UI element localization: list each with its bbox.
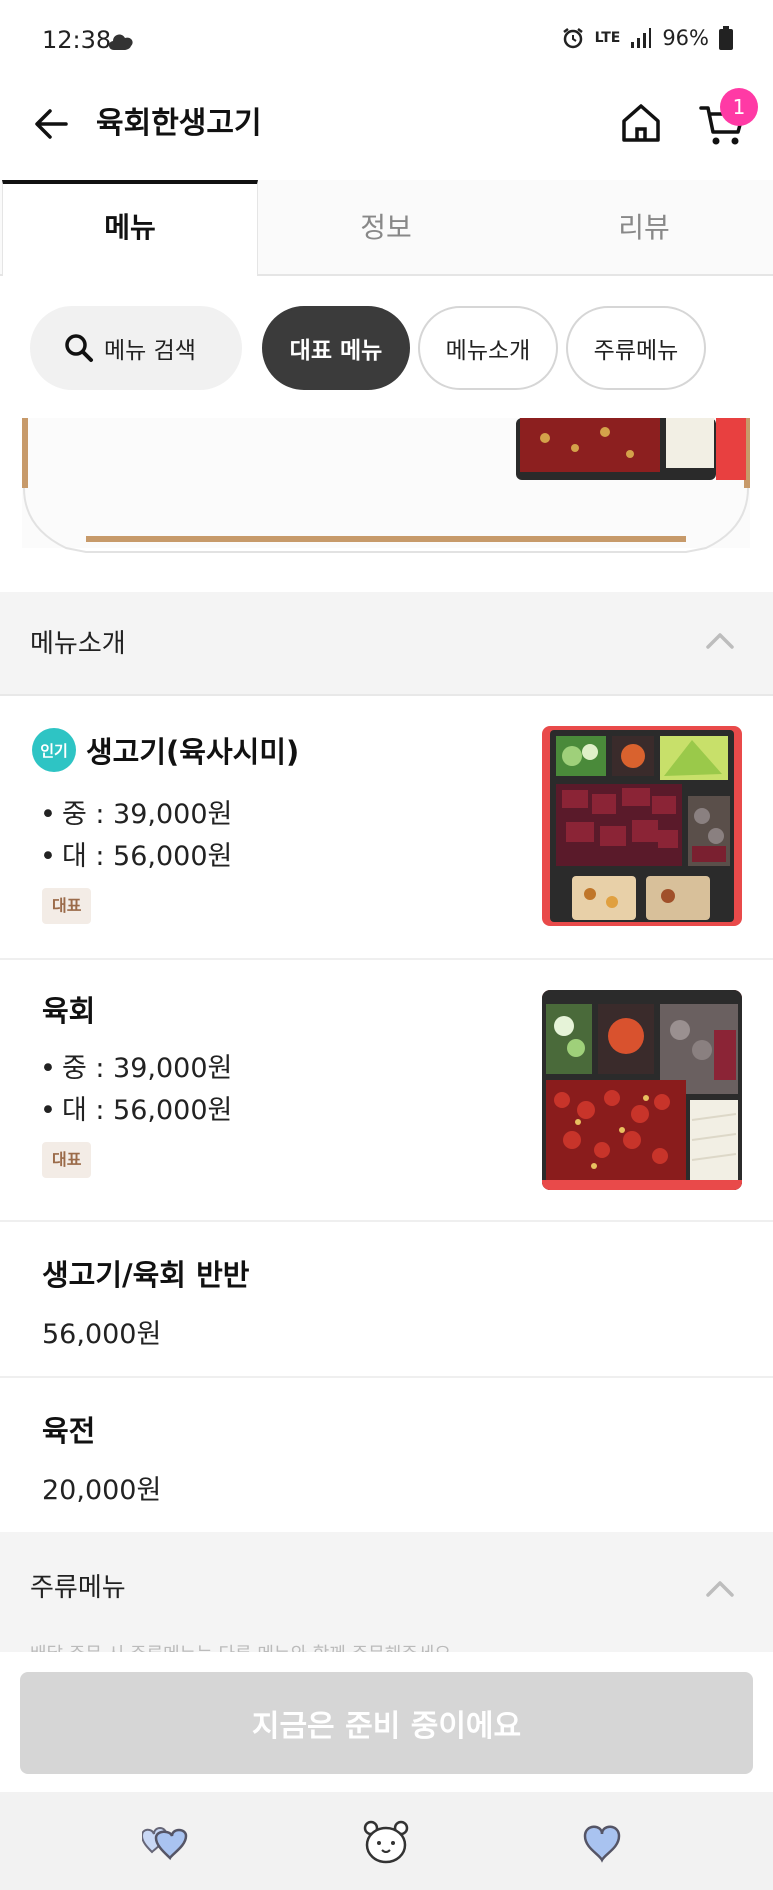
order-button-disabled[interactable]: 지금은 준비 중이에요 xyxy=(20,1672,753,1774)
menu-search-label: 메뉴 검색 xyxy=(104,338,196,364)
bottom-nav xyxy=(0,1792,773,1890)
arrow-left-icon xyxy=(35,109,68,139)
home-icon xyxy=(622,104,660,142)
cta-bar: 지금은 준비 중이에요 xyxy=(0,1652,773,1792)
item-photo xyxy=(542,990,742,1190)
tab-menu[interactable]: 메뉴 xyxy=(2,180,258,276)
search-icon xyxy=(65,334,93,362)
list-item[interactable]: 생고기/육회 반반 56,000원 xyxy=(0,1222,773,1378)
popular-badge: 인기 xyxy=(32,728,76,772)
home-button[interactable] xyxy=(618,100,664,146)
item-name-row: 육전 xyxy=(42,1408,95,1450)
item-price-large: 대 : 56,000원 xyxy=(61,1095,233,1126)
app-header: 육회한생고기 xyxy=(0,82,773,180)
section-title: 주류메뉴 xyxy=(30,1573,126,1603)
back-button[interactable] xyxy=(30,102,74,146)
status-time: 12:38 xyxy=(42,26,112,54)
chip-menu-intro[interactable]: 메뉴소개 xyxy=(418,306,558,390)
list-item[interactable]: 육전 20,000원 xyxy=(0,1378,773,1532)
tab-review[interactable]: 리뷰 xyxy=(516,180,772,276)
item-price-large: 대 : 56,000원 xyxy=(61,841,233,872)
signal-icon xyxy=(630,27,652,49)
battery-percent: 96% xyxy=(662,26,709,50)
item-name-row: 인기 생고기(육사시미) xyxy=(32,728,299,772)
item-photo xyxy=(542,726,742,926)
chevron-up-icon xyxy=(706,633,734,649)
item-name: 생고기/육회 반반 xyxy=(42,1258,250,1292)
list-item[interactable]: 인기 생고기(육사시미) • 중 : 39,000원 • 대 : 56,000원 대… xyxy=(0,696,773,960)
item-name: 생고기(육사시미) xyxy=(86,735,300,769)
tab-info[interactable]: 정보 xyxy=(258,180,514,276)
section-title: 메뉴소개 xyxy=(30,629,126,659)
item-price: 56,000원 xyxy=(42,1319,162,1350)
status-bar: 12:38 LTE 96% xyxy=(0,0,773,82)
item-price-line: • 대 : 56,000원 xyxy=(40,841,233,872)
alarm-icon xyxy=(561,26,585,50)
two-hearts-icon[interactable] xyxy=(142,1820,196,1864)
item-price-medium: 중 : 39,000원 xyxy=(61,799,233,830)
chip-drink-menu[interactable]: 주류메뉴 xyxy=(566,306,706,390)
chevron-up-icon xyxy=(706,1581,734,1597)
item-name: 육회 xyxy=(42,994,96,1028)
section-header-menu-intro[interactable]: 메뉴소개 xyxy=(0,592,773,696)
item-name-row: 육회 xyxy=(42,988,95,1030)
item-name: 육전 xyxy=(42,1414,96,1448)
tab-bar: 메뉴 정보 리뷰 xyxy=(0,180,773,276)
page-title: 육회한생고기 xyxy=(96,106,262,141)
bear-face-icon[interactable] xyxy=(359,1820,413,1864)
item-price-medium: 중 : 39,000원 xyxy=(61,1053,233,1084)
featured-tag: 대표 xyxy=(42,888,92,924)
heart-icon[interactable] xyxy=(575,1820,629,1864)
status-icons: LTE 96% xyxy=(561,26,733,50)
item-name-row: 생고기/육회 반반 xyxy=(42,1252,249,1294)
chip-featured-menu[interactable]: 대표 메뉴 xyxy=(262,306,410,390)
featured-tag: 대표 xyxy=(42,1142,92,1178)
list-item[interactable]: 육회 • 중 : 39,000원 • 대 : 56,000원 대표 xyxy=(0,960,773,1222)
menu-search-button[interactable]: 메뉴 검색 xyxy=(30,306,242,390)
section-header-drink-menu[interactable]: 주류메뉴 xyxy=(0,1532,773,1652)
store-banner-image xyxy=(0,418,773,592)
item-price: 20,000원 xyxy=(42,1475,162,1506)
item-price-line: • 중 : 39,000원 xyxy=(40,799,233,830)
item-price-line: • 대 : 56,000원 xyxy=(40,1095,233,1126)
cloud-icon xyxy=(106,30,136,56)
cart-count-badge: 1 xyxy=(720,88,758,126)
battery-icon xyxy=(719,26,733,50)
filter-chips: 메뉴 검색 대표 메뉴 메뉴소개 주류메뉴 xyxy=(0,276,773,418)
item-price-line: • 중 : 39,000원 xyxy=(40,1053,233,1084)
network-label: LTE xyxy=(594,30,621,46)
